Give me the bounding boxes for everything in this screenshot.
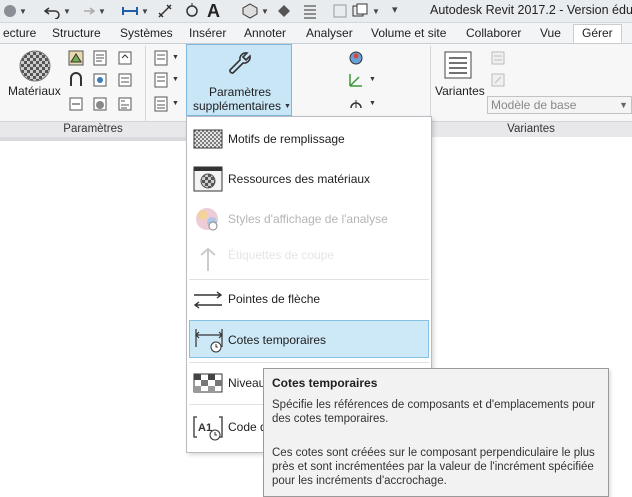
- chevron-down-icon[interactable]: ▼: [172, 54, 179, 61]
- object-styles-icon[interactable]: [68, 50, 84, 66]
- menu-item-label: Styles d'affichage de l'analyse: [228, 212, 388, 226]
- menu-divider: [189, 279, 429, 280]
- menu-item-material-assets[interactable]: Ressources des matériaux: [189, 161, 429, 197]
- undo-icon[interactable]: [44, 3, 60, 19]
- chevron-down-icon: ▼: [284, 103, 291, 110]
- tab-massing-site[interactable]: Volume et site: [371, 25, 446, 42]
- global-parameters-icon[interactable]: [117, 72, 133, 88]
- chevron-down-icon[interactable]: ▼: [63, 7, 71, 16]
- chevron-down-icon[interactable]: ▼: [369, 76, 376, 83]
- customize-toolbar-icon[interactable]: ▾: [392, 3, 398, 16]
- add-to-set-icon: [491, 51, 505, 65]
- shared-parameters-icon[interactable]: [92, 72, 108, 88]
- tab-analyze[interactable]: Analyser: [306, 25, 353, 42]
- main-model-value: Modèle de base: [491, 98, 577, 112]
- materials-button-label[interactable]: Matériaux: [8, 84, 61, 98]
- tab-structure[interactable]: Structure: [52, 25, 101, 42]
- section-tag-icon: [200, 247, 216, 271]
- tooltip: Cotes temporaires Spécifie les référence…: [263, 368, 609, 497]
- section-icon[interactable]: [276, 3, 292, 19]
- 3d-view-icon[interactable]: [242, 3, 258, 19]
- menu-item-label: Motifs de remplissage: [228, 132, 345, 146]
- project-info-icon[interactable]: [117, 50, 133, 66]
- panel-schedule-templates-icon[interactable]: [153, 96, 169, 112]
- position-icon[interactable]: [348, 96, 364, 112]
- tooltip-description: Spécifie les références de composants et…: [272, 399, 596, 425]
- chevron-down-icon[interactable]: ▼: [172, 76, 179, 83]
- panel-title-variantes: Variantes: [430, 121, 632, 137]
- project-parameters-icon[interactable]: [68, 72, 84, 88]
- fill-pattern-icon: [193, 129, 223, 149]
- menu-divider: [189, 362, 429, 363]
- tooltip-title: Cotes temporaires: [272, 376, 378, 390]
- menu-item-fill-patterns[interactable]: Motifs de remplissage: [189, 121, 429, 157]
- main-model-select[interactable]: Modèle de base ▼: [487, 96, 632, 114]
- chevron-down-icon[interactable]: ▼: [372, 7, 380, 16]
- window-title: Autodesk Revit 2017.2 - Version éducat: [430, 3, 632, 17]
- keynote-code-icon: A1: [193, 416, 223, 441]
- project-units-icon[interactable]: [117, 96, 133, 112]
- chevron-down-icon[interactable]: ▼: [141, 7, 149, 16]
- menu-item-section-tags: Étiquettes de coupe: [189, 241, 429, 271]
- menu-item-label: Niveau: [228, 376, 266, 390]
- structural-settings-icon[interactable]: [153, 50, 169, 66]
- menu-item-temporary-dimensions[interactable]: Cotes temporaires: [189, 320, 429, 358]
- chevron-down-icon[interactable]: ▼: [369, 100, 376, 107]
- menu-item-label: Étiquettes de coupe: [228, 248, 335, 262]
- chevron-down-icon[interactable]: ▼: [172, 100, 179, 107]
- chevron-down-icon[interactable]: ▼: [19, 7, 27, 16]
- svg-text:A1: A1: [198, 422, 212, 434]
- menu-item-label: Pointes de flèche: [228, 292, 321, 306]
- tab-insert[interactable]: Insérer: [189, 25, 226, 42]
- menu-item-arrowheads[interactable]: Pointes de flèche: [189, 281, 429, 317]
- mep-settings-icon[interactable]: [153, 72, 169, 88]
- aligned-dimension-icon[interactable]: [157, 3, 173, 19]
- tab-systems[interactable]: Systèmes: [120, 25, 173, 42]
- panel-title-parametres: Paramètres: [0, 121, 186, 137]
- snaps-icon[interactable]: [92, 50, 108, 66]
- chevron-down-icon[interactable]: ▼: [261, 7, 269, 16]
- materials-icon[interactable]: [18, 49, 52, 83]
- location-icon[interactable]: [348, 50, 364, 66]
- switch-windows-icon[interactable]: [352, 3, 368, 19]
- wrench-icon: [229, 52, 251, 74]
- tab-view[interactable]: Vue: [540, 25, 561, 42]
- measure-icon[interactable]: [122, 3, 138, 19]
- tag-icon[interactable]: [184, 3, 200, 19]
- arrowheads-icon: [193, 291, 223, 309]
- menu-item-analysis-display-styles: Styles d'affichage de l'analyse: [189, 201, 429, 237]
- material-assets-icon: [193, 166, 223, 192]
- design-options-label[interactable]: Variantes: [435, 84, 485, 98]
- revit-menu-icon[interactable]: [2, 3, 18, 19]
- purge-unused-icon[interactable]: [92, 96, 108, 112]
- tab-annotate[interactable]: Annoter: [244, 25, 286, 42]
- temp-dimensions-icon: [195, 329, 223, 353]
- tab-manage[interactable]: Gérer: [573, 24, 622, 43]
- chevron-down-icon[interactable]: ▼: [98, 7, 106, 16]
- transfer-standards-icon[interactable]: [68, 96, 84, 112]
- menu-item-label: Ressources des matériaux: [228, 172, 371, 186]
- analysis-display-icon: [196, 208, 218, 231]
- additional-settings-button[interactable]: Paramètres supplémentaires ▼: [186, 44, 292, 116]
- thin-lines-icon[interactable]: [302, 3, 318, 19]
- tab-collaborate[interactable]: Collaborer: [466, 25, 521, 42]
- view-tab-strip: [0, 137, 188, 141]
- redo-icon[interactable]: [79, 3, 95, 19]
- quick-access-toolbar: ▼ ▼ ▼ ▼ A ▼ ▼ ▾ Autodesk Revit 2017.2 - …: [0, 0, 632, 23]
- ribbon-tabs: ecture Structure Systèmes Insérer Annote…: [0, 23, 632, 44]
- additional-settings-label-2: supplémentaires: [192, 99, 282, 113]
- text-tool-icon[interactable]: A: [207, 1, 220, 22]
- menu-item-label: Cotes temporaires: [228, 333, 327, 347]
- tab-architecture[interactable]: ecture: [3, 25, 36, 42]
- chevron-down-icon: ▼: [619, 100, 628, 110]
- close-hidden-windows-icon[interactable]: [332, 3, 348, 19]
- coordinates-icon[interactable]: [348, 72, 364, 88]
- additional-settings-label-1: Paramètres: [208, 85, 272, 99]
- design-options-icon[interactable]: [443, 50, 473, 80]
- tooltip-details: Ces cotes sont créées sur le composant p…: [272, 447, 595, 487]
- menu-item-label: Code d: [228, 420, 267, 434]
- pick-to-edit-icon: [491, 73, 505, 87]
- level-icon: [193, 373, 223, 393]
